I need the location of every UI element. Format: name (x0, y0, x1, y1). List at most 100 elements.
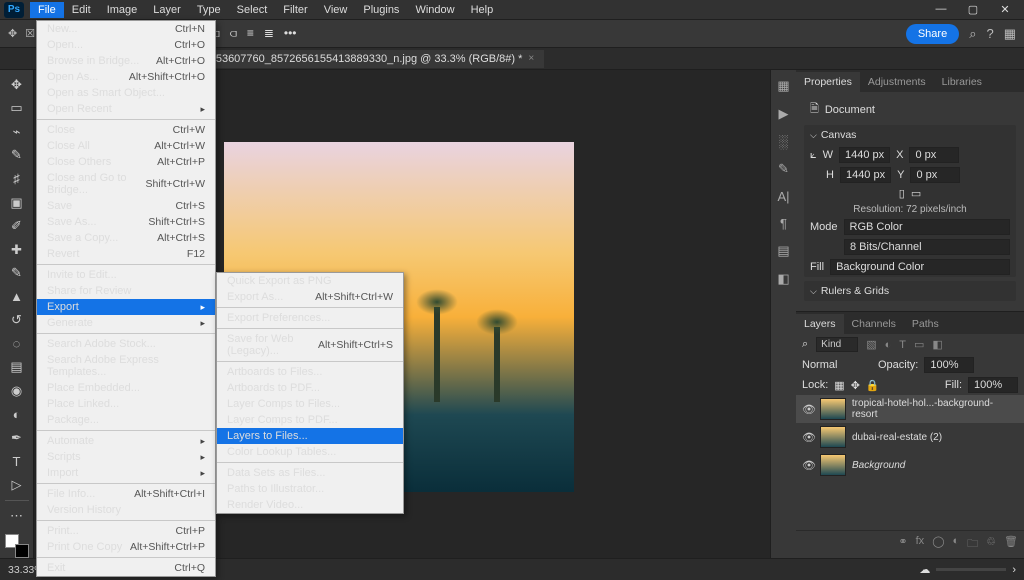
visibility-icon[interactable]: 👁 (802, 431, 814, 444)
menu-item-generate[interactable]: Generate (37, 315, 215, 331)
section-canvas[interactable]: Canvas (804, 125, 1016, 145)
menu-item-version-history[interactable]: Version History (37, 502, 215, 518)
search-icon[interactable]: ⌕ (969, 26, 976, 42)
menu-item-exit[interactable]: ExitCtrl+Q (37, 560, 215, 576)
menu-item-close-others[interactable]: Close OthersAlt+Ctrl+P (37, 154, 215, 170)
distribute-v-icon[interactable]: ≣ (264, 26, 274, 41)
menu-item-search-adobe-stock[interactable]: Search Adobe Stock... (37, 336, 215, 352)
filter-shape-icon[interactable]: ▭ (914, 338, 924, 351)
share-button[interactable]: Share (906, 24, 959, 44)
pen-tool[interactable]: ✒ (4, 427, 30, 449)
layer-thumbnail[interactable] (820, 426, 846, 448)
menu-item-share-for-review[interactable]: Share for Review (37, 283, 215, 299)
adjustment-layer-icon[interactable]: ◐ (953, 535, 960, 554)
menu-edit[interactable]: Edit (64, 2, 99, 18)
lasso-tool[interactable]: ⌁ (4, 121, 30, 143)
group-icon[interactable]: 🗀 (967, 535, 978, 554)
type-tool[interactable]: T (4, 451, 30, 473)
eyedropper-tool[interactable]: ✐ (4, 215, 30, 237)
close-button[interactable]: ✕ (996, 3, 1014, 16)
visibility-icon[interactable]: 👁 (802, 403, 814, 416)
tab-layers[interactable]: Layers (796, 314, 844, 334)
layer-name[interactable]: dubai-real-estate (2) (852, 432, 942, 443)
link-layers-icon[interactable]: ⚭ (898, 535, 907, 554)
delete-layer-icon[interactable]: 🗑 (1004, 535, 1018, 554)
color-icon[interactable]: ▶ (779, 106, 789, 122)
menu-item-place-linked[interactable]: Place Linked... (37, 396, 215, 412)
menu-item-render-video[interactable]: Render Video... (217, 497, 403, 513)
menu-type[interactable]: Type (189, 2, 229, 18)
menu-item-print[interactable]: Print...Ctrl+P (37, 523, 215, 539)
chevron-right-icon[interactable]: › (1012, 564, 1016, 576)
close-tab-icon[interactable]: × (528, 53, 534, 64)
dodge-tool[interactable]: ◐ (4, 404, 30, 426)
x-field[interactable]: 0 px (909, 147, 959, 163)
menu-item-open-as-smart-object[interactable]: Open as Smart Object... (37, 85, 215, 101)
stamp-tool[interactable]: ▲ (4, 286, 30, 308)
edit-toolbar[interactable]: ⋯ (4, 505, 30, 527)
menu-window[interactable]: Window (407, 2, 462, 18)
menu-item-paths-to-illustrator[interactable]: Paths to Illustrator... (217, 481, 403, 497)
menu-item-automate[interactable]: Automate (37, 433, 215, 449)
workspace-icon[interactable]: ▦ (1004, 26, 1016, 42)
menu-help[interactable]: Help (463, 2, 502, 18)
styles-icon[interactable]: ◧ (777, 271, 789, 287)
character-icon[interactable]: A| (777, 189, 789, 204)
brushes-icon[interactable]: ✎ (778, 161, 789, 177)
mask-icon[interactable]: ◯ (932, 535, 944, 554)
lock-position-icon[interactable]: ✥ (851, 379, 860, 392)
fg-bg-colors[interactable] (5, 534, 29, 558)
distribute-h-icon[interactable]: ≡ (247, 26, 254, 41)
filter-adjust-icon[interactable]: ◐ (885, 339, 892, 351)
menu-item-package[interactable]: Package... (37, 412, 215, 428)
menu-item-revert[interactable]: RevertF12 (37, 246, 215, 262)
search-icon[interactable]: ⌕ (802, 338, 808, 351)
eraser-tool[interactable]: ◌ (4, 333, 30, 355)
menu-item-layers-to-files[interactable]: Layers to Files... (217, 428, 403, 444)
layer-name[interactable]: tropical-hotel-hol...-background-resort (852, 398, 1018, 420)
menu-filter[interactable]: Filter (275, 2, 315, 18)
tab-paths[interactable]: Paths (904, 314, 947, 334)
menu-plugins[interactable]: Plugins (355, 2, 407, 18)
filter-smart-icon[interactable]: ◧ (932, 338, 942, 351)
filter-pixel-icon[interactable]: ▧ (866, 338, 876, 351)
portrait-icon[interactable]: ▯ (899, 187, 905, 200)
path-select-tool[interactable]: ▷ (4, 474, 30, 496)
help-icon[interactable]: ? (986, 26, 993, 42)
move-tool[interactable]: ✥ (4, 74, 30, 96)
layer-row[interactable]: 👁 dubai-real-estate (2) (796, 423, 1024, 451)
layer-name[interactable]: Background (852, 460, 905, 471)
menu-item-import[interactable]: Import (37, 465, 215, 481)
menu-select[interactable]: Select (229, 2, 276, 18)
frame-tool[interactable]: ▣ (4, 192, 30, 214)
fill-select[interactable]: Background Color (830, 259, 1010, 275)
paragraph-icon[interactable]: ¶ (780, 216, 787, 231)
menu-item-export-preferences[interactable]: Export Preferences... (217, 310, 403, 326)
menu-item-print-one-copy[interactable]: Print One CopyAlt+Shift+Ctrl+P (37, 539, 215, 555)
menu-layer[interactable]: Layer (145, 2, 189, 18)
crop-tool[interactable]: ♯ (4, 168, 30, 190)
maximize-button[interactable]: ▢ (964, 3, 982, 16)
landscape-icon[interactable]: ▭ (911, 187, 921, 200)
menu-item-save-a-copy[interactable]: Save a Copy...Alt+Ctrl+S (37, 230, 215, 246)
marquee-tool[interactable]: ▭ (4, 98, 30, 120)
brush-tool[interactable]: ✎ (4, 262, 30, 284)
menu-item-file-info[interactable]: File Info...Alt+Shift+Ctrl+I (37, 486, 215, 502)
heal-tool[interactable]: ✚ (4, 239, 30, 261)
align-right-icon[interactable]: ⫏ (230, 26, 237, 41)
menu-item-search-adobe-express-templates[interactable]: Search Adobe Express Templates... (37, 352, 215, 380)
layer-row[interactable]: 👁Background (796, 451, 1024, 479)
lock-pixels-icon[interactable]: ▦ (834, 379, 844, 392)
opacity-field[interactable]: 100% (924, 357, 974, 373)
height-field[interactable]: 1440 px (840, 167, 891, 183)
menu-item-close-all[interactable]: Close AllAlt+Ctrl+W (37, 138, 215, 154)
menu-file[interactable]: File (30, 2, 64, 18)
fx-icon[interactable]: fx (916, 535, 925, 554)
menu-view[interactable]: View (316, 2, 356, 18)
menu-image[interactable]: Image (99, 2, 146, 18)
menu-item-export[interactable]: Export (37, 299, 215, 315)
blend-mode-select[interactable]: Normal (802, 359, 872, 371)
menu-item-place-embedded[interactable]: Place Embedded... (37, 380, 215, 396)
tab-adjustments[interactable]: Adjustments (860, 72, 934, 92)
blur-tool[interactable]: ◉ (4, 380, 30, 402)
